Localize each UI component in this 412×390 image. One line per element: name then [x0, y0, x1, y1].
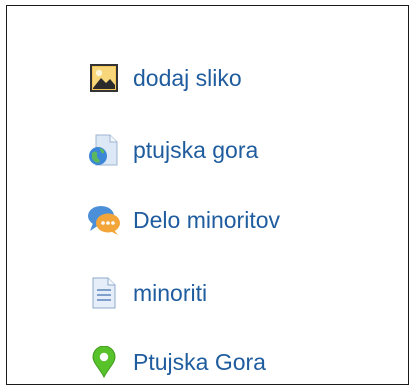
list-item-label: minoriti	[133, 279, 208, 306]
list-item-minoriti[interactable]: minoriti	[87, 276, 207, 310]
forum-icon	[87, 203, 121, 237]
list-item-label: Delo minoritov	[133, 206, 280, 233]
web-page-icon	[87, 133, 121, 167]
document-icon	[87, 276, 121, 310]
list-item-dodaj-sliko[interactable]: dodaj sliko	[87, 61, 242, 95]
list-item-label: dodaj sliko	[133, 64, 242, 91]
map-pin-icon	[87, 345, 121, 379]
list-item-label: Ptujska Gora	[133, 348, 266, 375]
list-item-delo-minoritov[interactable]: Delo minoritov	[87, 203, 280, 237]
list-item-ptujska-gora[interactable]: ptujska gora	[87, 133, 258, 167]
list-item-label: ptujska gora	[133, 136, 259, 163]
image-icon	[87, 61, 121, 95]
activity-list-panel: dodaj sliko ptujska gora Delo minoritov …	[6, 5, 409, 385]
list-item-ptujska-gora-map[interactable]: Ptujska Gora	[87, 345, 266, 379]
